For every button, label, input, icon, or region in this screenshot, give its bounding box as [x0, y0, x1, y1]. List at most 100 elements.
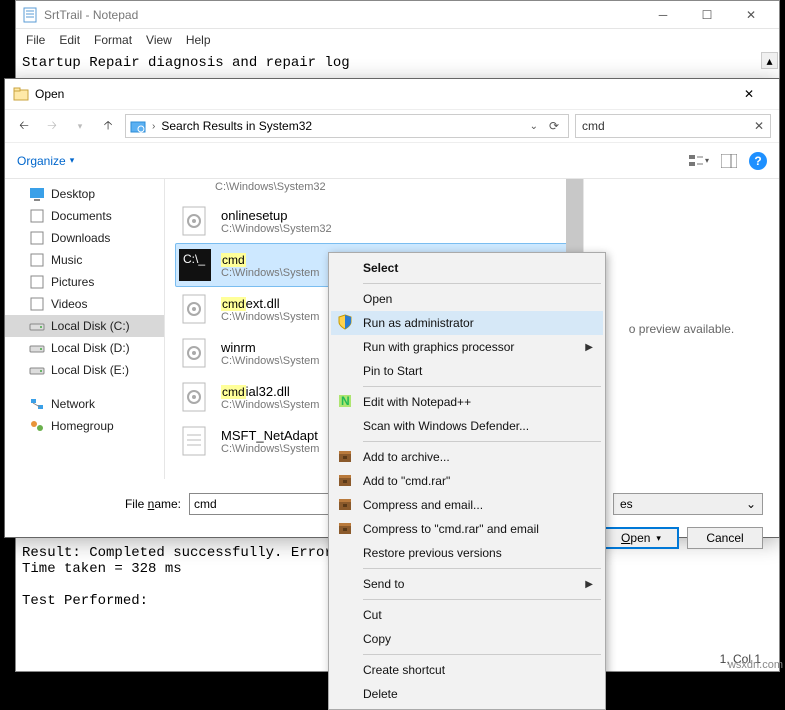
- tree-item[interactable]: Homegroup: [5, 415, 164, 437]
- svg-text:C:\_: C:\_: [183, 252, 205, 266]
- context-menu-label: Open: [363, 292, 392, 306]
- context-menu-label: Compress and email...: [363, 498, 483, 512]
- tree-item[interactable]: Downloads: [5, 227, 164, 249]
- forward-button[interactable]: 🡢: [41, 115, 63, 137]
- file-icon: [179, 205, 211, 237]
- drive-icon: [29, 340, 45, 356]
- file-path: C:\Windows\System32: [221, 223, 332, 235]
- tree-item-label: Videos: [51, 297, 87, 311]
- vid-icon: [29, 296, 45, 312]
- menu-view[interactable]: View: [146, 33, 172, 47]
- menu-file[interactable]: File: [26, 33, 45, 47]
- file-path: C:\Windows\System: [221, 311, 319, 323]
- menu-format[interactable]: Format: [94, 33, 132, 47]
- tree-item[interactable]: Documents: [5, 205, 164, 227]
- address-dropdown-icon[interactable]: ⌄: [530, 121, 538, 132]
- help-button[interactable]: ?: [749, 152, 767, 170]
- tree-item[interactable]: Music: [5, 249, 164, 271]
- dialog-titlebar[interactable]: Open ✕: [5, 79, 779, 109]
- address-folder-icon: [130, 118, 146, 134]
- file-icon: C:\_: [179, 249, 211, 281]
- recent-dropdown[interactable]: ▾: [69, 115, 91, 137]
- context-menu-item[interactable]: Add to archive...: [331, 445, 603, 469]
- context-menu-item[interactable]: Create shortcut: [331, 658, 603, 682]
- chevron-down-icon: ▾: [705, 156, 709, 165]
- nav-bar: 🡠 🡢 ▾ 🡡 › Search Results in System32 ⌄ ⟳…: [5, 109, 779, 143]
- context-menu-item[interactable]: Add to "cmd.rar": [331, 469, 603, 493]
- file-path: C:\Windows\System: [221, 399, 319, 411]
- tree-item[interactable]: Network: [5, 393, 164, 415]
- scroll-up-button[interactable]: ▴: [761, 52, 778, 69]
- separator: [363, 283, 601, 284]
- context-menu-item[interactable]: Delete: [331, 682, 603, 706]
- file-path: C:\Windows\System: [221, 267, 319, 279]
- context-menu-item[interactable]: Copy: [331, 627, 603, 651]
- file-icon: [179, 293, 211, 325]
- minimize-button[interactable]: ─: [641, 2, 685, 28]
- preview-pane-button[interactable]: [719, 151, 739, 171]
- file-icon: [179, 337, 211, 369]
- tree-item-label: Local Disk (C:): [51, 319, 130, 333]
- organize-label: Organize: [17, 154, 66, 168]
- cancel-button[interactable]: Cancel: [687, 527, 763, 549]
- separator: [363, 386, 601, 387]
- organize-button[interactable]: Organize ▾: [17, 154, 74, 168]
- tree-item[interactable]: Local Disk (C:): [5, 315, 164, 337]
- context-menu-label: Run as administrator: [363, 316, 474, 330]
- context-menu-item[interactable]: Send to▶: [331, 572, 603, 596]
- address-text: Search Results in System32: [161, 119, 523, 133]
- notepad-text-line1[interactable]: Startup Repair diagnosis and repair log: [16, 51, 779, 75]
- context-menu-item[interactable]: Scan with Windows Defender...: [331, 414, 603, 438]
- context-menu-item[interactable]: Compress and email...: [331, 493, 603, 517]
- desktop-icon: [29, 186, 45, 202]
- file-type-text: es: [620, 497, 633, 511]
- menu-help[interactable]: Help: [186, 33, 211, 47]
- chevron-right-icon[interactable]: ›: [152, 121, 155, 132]
- tree-item-label: Downloads: [51, 231, 110, 245]
- drive-icon: [29, 362, 45, 378]
- search-input[interactable]: [582, 119, 754, 133]
- separator: [363, 599, 601, 600]
- address-bar[interactable]: › Search Results in System32 ⌄ ⟳: [125, 114, 569, 138]
- ctx-select[interactable]: Select: [331, 256, 603, 280]
- dialog-title: Open: [35, 87, 727, 101]
- context-menu-item[interactable]: Restore previous versions: [331, 541, 603, 565]
- refresh-button[interactable]: ⟳: [544, 119, 564, 133]
- notepad-titlebar[interactable]: SrtTrail - Notepad ─ ☐ ✕: [16, 1, 779, 29]
- context-menu-item[interactable]: Open: [331, 287, 603, 311]
- preview-message: o preview available.: [629, 322, 734, 336]
- rar-icon: [337, 520, 355, 538]
- dialog-close-button[interactable]: ✕: [727, 80, 771, 108]
- doc-icon: [29, 208, 45, 224]
- up-button[interactable]: 🡡: [97, 115, 119, 137]
- context-menu-item[interactable]: Run as administrator: [331, 311, 603, 335]
- clear-search-icon[interactable]: ✕: [754, 119, 764, 133]
- tree-item[interactable]: Videos: [5, 293, 164, 315]
- context-menu-item[interactable]: Cut: [331, 603, 603, 627]
- context-menu-item[interactable]: Run with graphics processor▶: [331, 335, 603, 359]
- npp-icon: N: [337, 393, 355, 411]
- context-menu-label: Copy: [363, 632, 391, 646]
- search-box[interactable]: ✕: [575, 114, 771, 138]
- file-name: cmdial32.dll: [221, 384, 319, 399]
- tree-item[interactable]: Pictures: [5, 271, 164, 293]
- context-menu-item[interactable]: Pin to Start: [331, 359, 603, 383]
- shield-icon: [337, 314, 355, 332]
- maximize-button[interactable]: ☐: [685, 2, 729, 28]
- tree-item[interactable]: Local Disk (D:): [5, 337, 164, 359]
- watermark: wsxdn.com: [728, 659, 783, 671]
- context-menu-item[interactable]: Compress to "cmd.rar" and email: [331, 517, 603, 541]
- context-menu-item[interactable]: NEdit with Notepad++: [331, 390, 603, 414]
- menu-edit[interactable]: Edit: [59, 33, 80, 47]
- file-type-combo[interactable]: es ⌄: [613, 493, 763, 515]
- file-item[interactable]: onlinesetupC:\Windows\System32: [175, 199, 573, 243]
- open-button[interactable]: Open▾: [603, 527, 679, 549]
- back-button[interactable]: 🡠: [13, 115, 35, 137]
- view-options-button[interactable]: ▾: [689, 151, 709, 171]
- tree-item[interactable]: Desktop: [5, 183, 164, 205]
- notepad-icon: [22, 7, 38, 23]
- close-button[interactable]: ✕: [729, 2, 773, 28]
- toolbar: Organize ▾ ▾ ?: [5, 143, 779, 179]
- tree-item-label: Documents: [51, 209, 112, 223]
- tree-item[interactable]: Local Disk (E:): [5, 359, 164, 381]
